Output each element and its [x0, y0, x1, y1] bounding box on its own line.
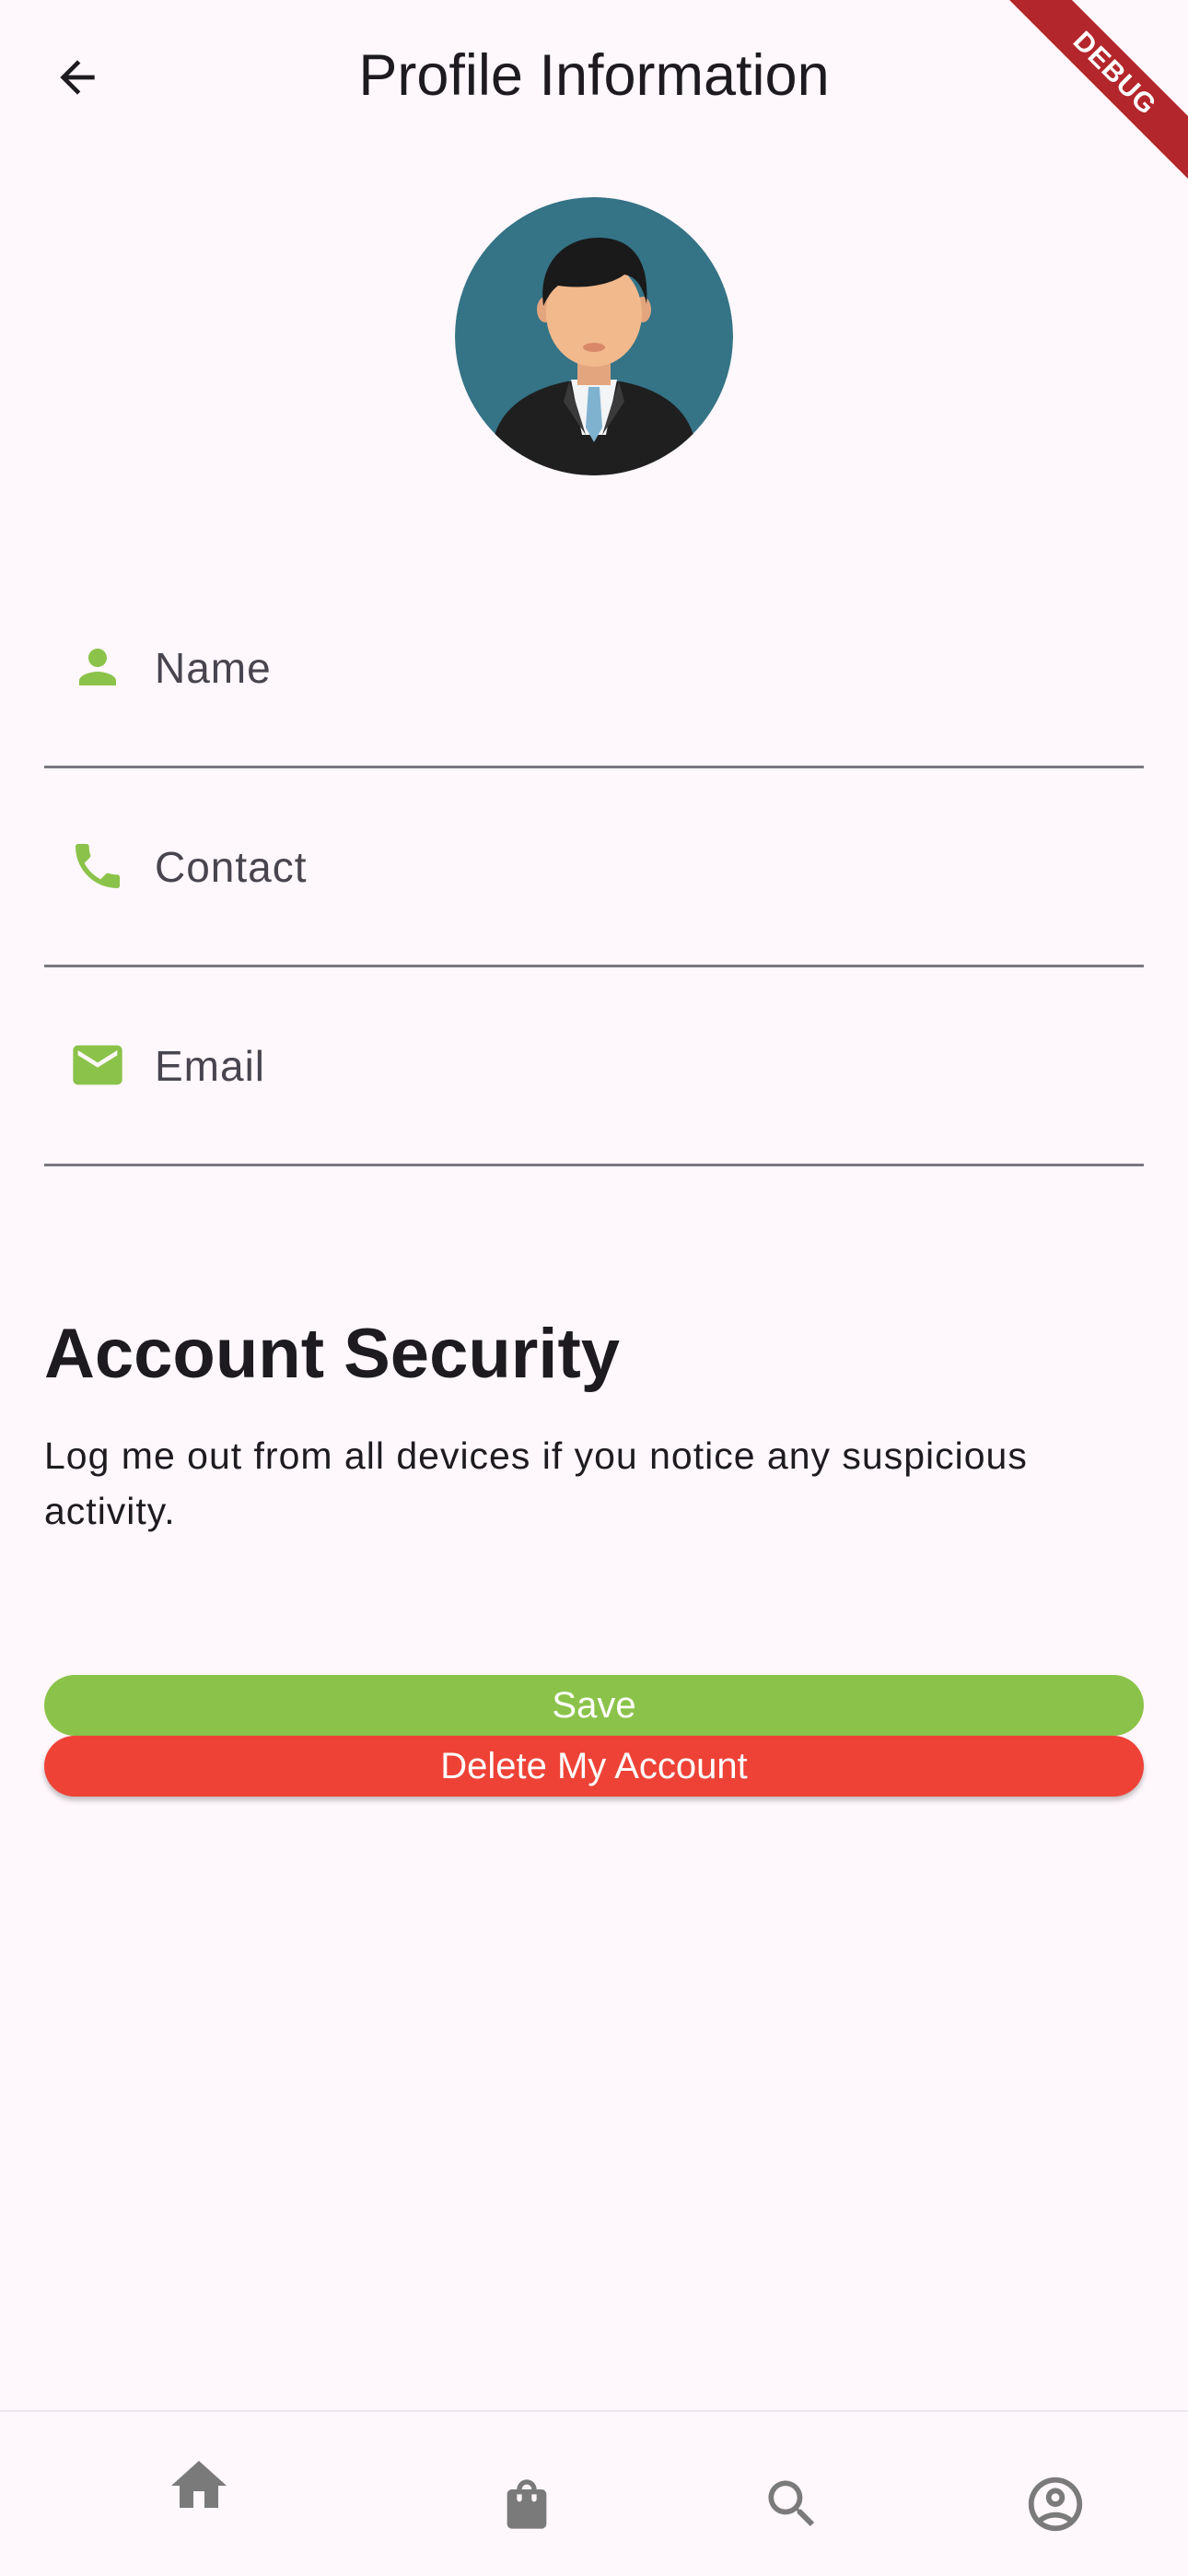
nav-shop[interactable]: [481, 2458, 573, 2550]
page-title: Profile Information: [358, 43, 830, 108]
email-input[interactable]: [155, 1025, 1112, 1107]
nav-search[interactable]: [746, 2458, 838, 2550]
user-avatar-illustration: [455, 197, 733, 475]
nav-profile[interactable]: [1009, 2458, 1101, 2550]
mail-icon: [68, 1036, 127, 1095]
home-icon: [171, 2461, 227, 2508]
person-icon: [68, 638, 127, 697]
shopping-bag-icon: [507, 2479, 547, 2529]
account-security-description: Log me out from all devices if you notic…: [44, 1434, 1028, 1532]
avatar[interactable]: [455, 197, 733, 475]
save-button[interactable]: Save: [44, 1675, 1144, 1736]
delete-account-button[interactable]: Delete My Account: [44, 1736, 1144, 1797]
name-input[interactable]: [155, 626, 1112, 709]
search-icon: [768, 2480, 815, 2527]
account-security-heading: Account Security: [44, 1315, 621, 1393]
contact-field[interactable]: [44, 770, 1144, 967]
bottom-navigation: [0, 2410, 1188, 2576]
phone-icon: [68, 837, 127, 896]
email-field[interactable]: [44, 969, 1144, 1166]
app-bar: Profile Information: [0, 0, 1188, 157]
contact-input[interactable]: [155, 825, 1112, 908]
account-circle-icon: [1028, 2476, 1083, 2532]
name-field[interactable]: [44, 571, 1144, 768]
nav-home[interactable]: [153, 2440, 245, 2532]
